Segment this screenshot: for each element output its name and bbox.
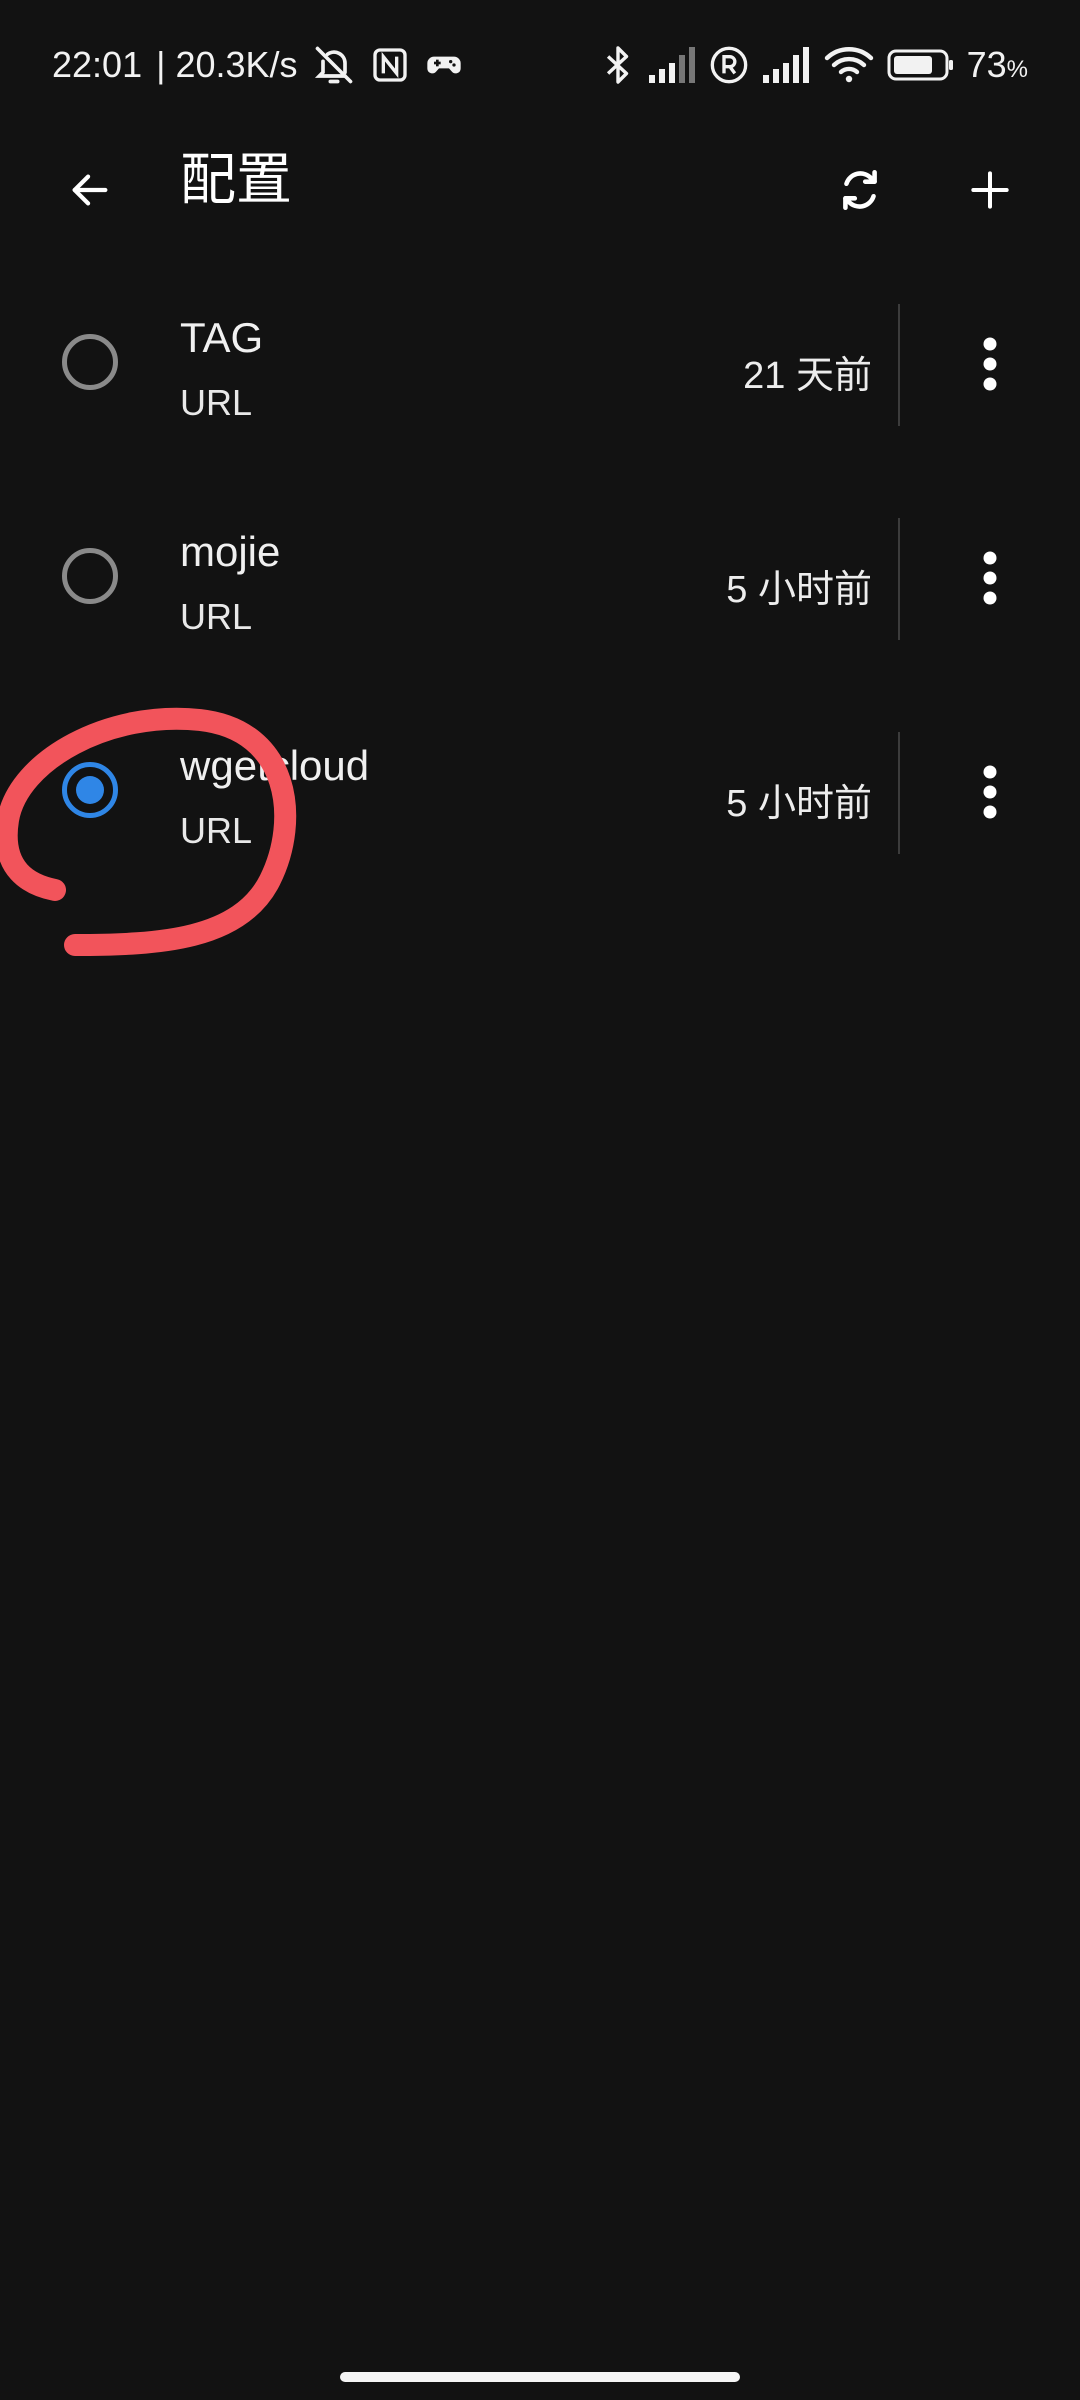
- more-vertical-icon: [980, 548, 1000, 608]
- battery-icon: [887, 47, 955, 83]
- profile-row-wgetcloud[interactable]: wgetcloud URL 5 小时前: [0, 718, 1080, 932]
- radio-button[interactable]: [62, 548, 118, 604]
- profile-name: mojie: [180, 528, 281, 575]
- profile-name: TAG: [180, 314, 264, 361]
- status-net-speed: | 20.3K/s: [156, 44, 298, 85]
- add-profile-button[interactable]: [950, 150, 1030, 230]
- back-button[interactable]: [50, 150, 130, 230]
- refresh-button[interactable]: [820, 150, 900, 230]
- refresh-icon: [835, 165, 885, 215]
- profile-name: wgetcloud: [180, 742, 370, 789]
- profile-updated: 5 小时前: [726, 783, 872, 825]
- status-time: 22:01: [52, 44, 143, 85]
- battery-level: 73%: [967, 44, 1028, 86]
- app-bar: 配置: [0, 130, 1080, 230]
- status-left: 22:01 | 20.3K/s: [52, 40, 464, 90]
- arrow-left-icon: [67, 167, 113, 213]
- game-controller-icon: [424, 45, 464, 85]
- radio-button-selected[interactable]: [62, 762, 118, 818]
- nfc-icon: [370, 45, 410, 85]
- status-right: 73%: [601, 40, 1028, 90]
- more-button[interactable]: [950, 324, 1030, 404]
- more-button[interactable]: [950, 538, 1030, 618]
- row-divider: [898, 304, 900, 426]
- wifi-icon: [823, 44, 875, 86]
- profile-type: URL: [180, 596, 253, 637]
- profile-row-tag[interactable]: TAG URL 21 天前: [0, 290, 1080, 504]
- more-button[interactable]: [950, 752, 1030, 832]
- bluetooth-icon: [601, 43, 635, 87]
- registered-icon: [709, 45, 749, 85]
- home-indicator[interactable]: [340, 2372, 740, 2382]
- row-divider: [898, 732, 900, 854]
- status-bar: 22:01 | 20.3K/s 73 %: [0, 0, 1080, 130]
- more-vertical-icon: [980, 762, 1000, 822]
- profile-updated: 5 小时前: [726, 569, 872, 611]
- profile-updated: 21 天前: [743, 355, 872, 397]
- page-title: 配置: [180, 148, 292, 211]
- battery-percent: 73: [966, 44, 1007, 85]
- profile-type: URL: [180, 810, 253, 851]
- signal-full-icon: [761, 45, 811, 85]
- radio-button[interactable]: [62, 334, 118, 390]
- signal-weak-icon: [647, 45, 697, 85]
- profile-row-mojie[interactable]: mojie URL 5 小时前: [0, 504, 1080, 718]
- profile-type: URL: [180, 382, 253, 423]
- profile-list: TAG URL 21 天前 mojie URL 5 小时前 wgetcloud …: [0, 290, 1080, 932]
- plus-icon: [970, 170, 1010, 210]
- battery-percent-unit: %: [1006, 56, 1028, 83]
- more-vertical-icon: [980, 334, 1000, 394]
- bell-off-icon: [312, 43, 356, 87]
- row-divider: [898, 518, 900, 640]
